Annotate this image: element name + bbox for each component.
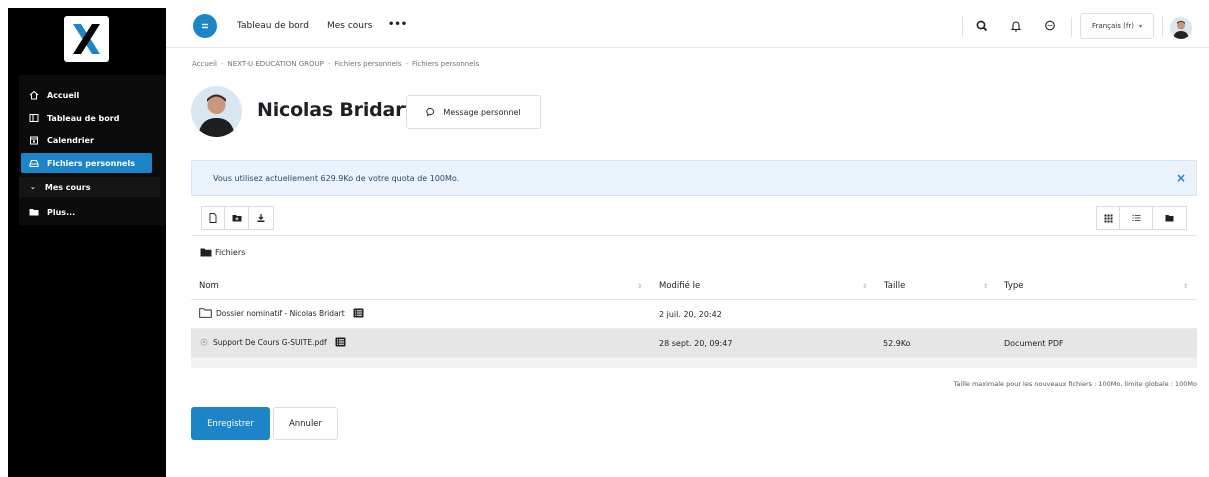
sidebar-item-tableau-de-bord[interactable]: Tableau de bord bbox=[21, 108, 152, 128]
top-link-tableau-de-bord[interactable]: Tableau de bord bbox=[237, 21, 309, 31]
sidebar-nav: Accueil Tableau de bord Calendrier Fichi… bbox=[19, 75, 166, 225]
view-icons-button[interactable] bbox=[1096, 206, 1120, 230]
column-header-modifie[interactable]: Modifié le bbox=[659, 281, 700, 291]
search-icon[interactable] bbox=[975, 19, 989, 33]
path-breadcrumb-root[interactable]: Fichiers bbox=[200, 248, 245, 257]
folder-icon bbox=[29, 207, 39, 217]
home-icon bbox=[29, 90, 39, 100]
top-link-mes-cours[interactable]: Mes cours bbox=[327, 21, 372, 31]
folder-icon bbox=[1165, 215, 1174, 222]
divider bbox=[1071, 17, 1072, 37]
x-logo-icon bbox=[73, 24, 100, 54]
upload-limit-text: Taille maximale pour les nouveaux fichie… bbox=[953, 380, 1197, 388]
folder-icon bbox=[200, 248, 212, 257]
file-name-cell[interactable]: Support De Cours G-SUITE.pdf bbox=[199, 337, 346, 347]
sidebar-item-label: Fichiers personnels bbox=[47, 158, 135, 168]
sort-icon[interactable]: ⇕ bbox=[862, 283, 867, 290]
context-menu-icon[interactable] bbox=[335, 337, 346, 347]
view-list-button[interactable] bbox=[1120, 206, 1153, 230]
add-file-button[interactable] bbox=[201, 206, 225, 230]
divider bbox=[962, 17, 963, 37]
breadcrumb-separator: - bbox=[327, 60, 331, 68]
file-icon bbox=[209, 213, 217, 223]
breadcrumb-separator: - bbox=[221, 60, 224, 68]
filemanager-toolbar bbox=[191, 204, 1197, 236]
bell-icon[interactable] bbox=[1009, 19, 1023, 33]
top-navbar: Tableau de bord Mes cours ••• Français (… bbox=[166, 8, 1209, 48]
message-button[interactable]: Message personnel bbox=[406, 95, 541, 129]
list-icon bbox=[1132, 215, 1140, 221]
dashboard-icon bbox=[29, 113, 39, 123]
context-menu-icon[interactable] bbox=[353, 308, 364, 318]
alert-text: Vous utilisez actuellement 629.9Ko de vo… bbox=[213, 174, 460, 183]
save-button[interactable]: Enregistrer bbox=[191, 407, 270, 440]
language-label: Français (fr) bbox=[1092, 22, 1134, 30]
sidebar-item-mes-cours[interactable]: ⌄ Mes cours bbox=[19, 177, 160, 197]
close-icon[interactable]: × bbox=[1176, 171, 1186, 185]
site-logo[interactable] bbox=[64, 16, 109, 62]
more-menu-button[interactable]: ••• bbox=[388, 19, 407, 30]
table-row[interactable]: Support De Cours G-SUITE.pdf 28 sept. 20… bbox=[191, 329, 1197, 358]
sidebar-item-label: Mes cours bbox=[44, 182, 91, 192]
file-name: Support De Cours G-SUITE.pdf bbox=[213, 337, 327, 347]
page-title: Nicolas Bridart bbox=[257, 99, 414, 121]
folder-outline-icon bbox=[199, 308, 212, 318]
user-avatar[interactable] bbox=[1170, 17, 1192, 39]
hamburger-icon bbox=[202, 23, 208, 29]
language-select[interactable]: Français (fr) ▾ bbox=[1080, 13, 1154, 39]
sidebar-item-label: Tableau de bord bbox=[47, 113, 120, 123]
drawer-toggle-button[interactable] bbox=[193, 14, 217, 38]
sidebar-item-calendrier[interactable]: Calendrier bbox=[21, 130, 152, 150]
sort-icon[interactable]: ⇕ bbox=[1183, 283, 1188, 290]
divider bbox=[1162, 17, 1163, 37]
sidebar: Accueil Tableau de bord Calendrier Fichi… bbox=[8, 8, 166, 477]
chevron-down-icon: ⌄ bbox=[30, 183, 36, 191]
column-header-nom[interactable]: Nom bbox=[199, 281, 219, 291]
modified-cell: 28 sept. 20, 09:47 bbox=[659, 339, 733, 348]
breadcrumb: Accueil - NEXT-U EDUCATION GROUP - Fichi… bbox=[192, 60, 479, 68]
calendar-icon bbox=[29, 135, 39, 145]
download-icon bbox=[257, 214, 265, 222]
file-name: Dossier nominatif - Nicolas Bridart bbox=[216, 308, 345, 318]
breadcrumb-item[interactable]: Fichiers personnels bbox=[334, 60, 401, 68]
chat-icon[interactable] bbox=[1043, 19, 1057, 33]
size-cell: 52.9Ko bbox=[883, 339, 911, 348]
breadcrumb-separator: - bbox=[405, 60, 409, 68]
create-folder-button[interactable] bbox=[225, 206, 249, 230]
cancel-button[interactable]: Annuler bbox=[273, 407, 338, 440]
column-header-type[interactable]: Type bbox=[1004, 281, 1024, 291]
profile-avatar[interactable] bbox=[191, 86, 242, 137]
modified-cell: 2 juil. 20, 20:42 bbox=[659, 310, 722, 319]
breadcrumb-item: Fichiers personnels bbox=[412, 60, 480, 68]
table-footer-spacer bbox=[191, 358, 1197, 368]
caret-down-icon: ▾ bbox=[1138, 22, 1142, 30]
pdf-file-icon bbox=[199, 337, 209, 347]
sidebar-item-label: Plus... bbox=[47, 207, 76, 217]
table-row[interactable]: Dossier nominatif - Nicolas Bridart 2 ju… bbox=[191, 300, 1197, 329]
sidebar-item-plus[interactable]: Plus... bbox=[21, 202, 152, 222]
breadcrumb-item[interactable]: NEXT-U EDUCATION GROUP bbox=[228, 60, 324, 68]
type-cell: Document PDF bbox=[1004, 339, 1064, 348]
message-button-label: Message personnel bbox=[443, 107, 521, 117]
table-header: Nom ⇕ Modifié le ⇕ Taille ⇕ Type ⇕ bbox=[191, 275, 1197, 300]
breadcrumb-item[interactable]: Accueil bbox=[192, 60, 217, 68]
column-header-taille[interactable]: Taille bbox=[884, 281, 905, 291]
page: Accueil Tableau de bord Calendrier Fichi… bbox=[0, 0, 1209, 477]
drive-icon bbox=[29, 158, 39, 168]
file-table: Nom ⇕ Modifié le ⇕ Taille ⇕ Type ⇕ Dossi… bbox=[191, 275, 1197, 368]
folder-plus-icon bbox=[232, 215, 241, 222]
sidebar-item-fichiers-personnels[interactable]: Fichiers personnels bbox=[21, 153, 152, 173]
view-tree-button[interactable] bbox=[1153, 206, 1187, 230]
sort-icon[interactable]: ⇕ bbox=[983, 283, 988, 290]
download-button[interactable] bbox=[249, 206, 274, 230]
sidebar-item-label: Calendrier bbox=[47, 135, 94, 145]
file-name-cell[interactable]: Dossier nominatif - Nicolas Bridart bbox=[199, 308, 364, 318]
sidebar-item-accueil[interactable]: Accueil bbox=[21, 85, 152, 105]
grid-icon bbox=[1104, 214, 1112, 222]
path-label: Fichiers bbox=[215, 248, 246, 257]
sidebar-item-label: Accueil bbox=[47, 90, 80, 100]
quota-alert: Vous utilisez actuellement 629.9Ko de vo… bbox=[191, 160, 1197, 196]
sort-icon[interactable]: ⇕ bbox=[637, 283, 642, 290]
chat-icon bbox=[426, 108, 435, 117]
